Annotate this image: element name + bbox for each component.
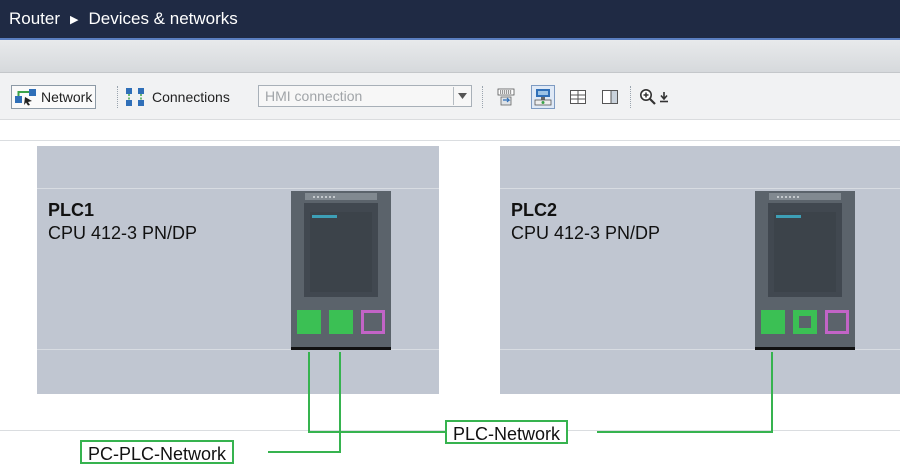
subnet-connections[interactable] — [0, 0, 900, 465]
pc-plc-network-label[interactable]: PC-PLC-Network — [80, 440, 235, 464]
plc-network-label[interactable]: PLC-Network — [445, 420, 569, 444]
